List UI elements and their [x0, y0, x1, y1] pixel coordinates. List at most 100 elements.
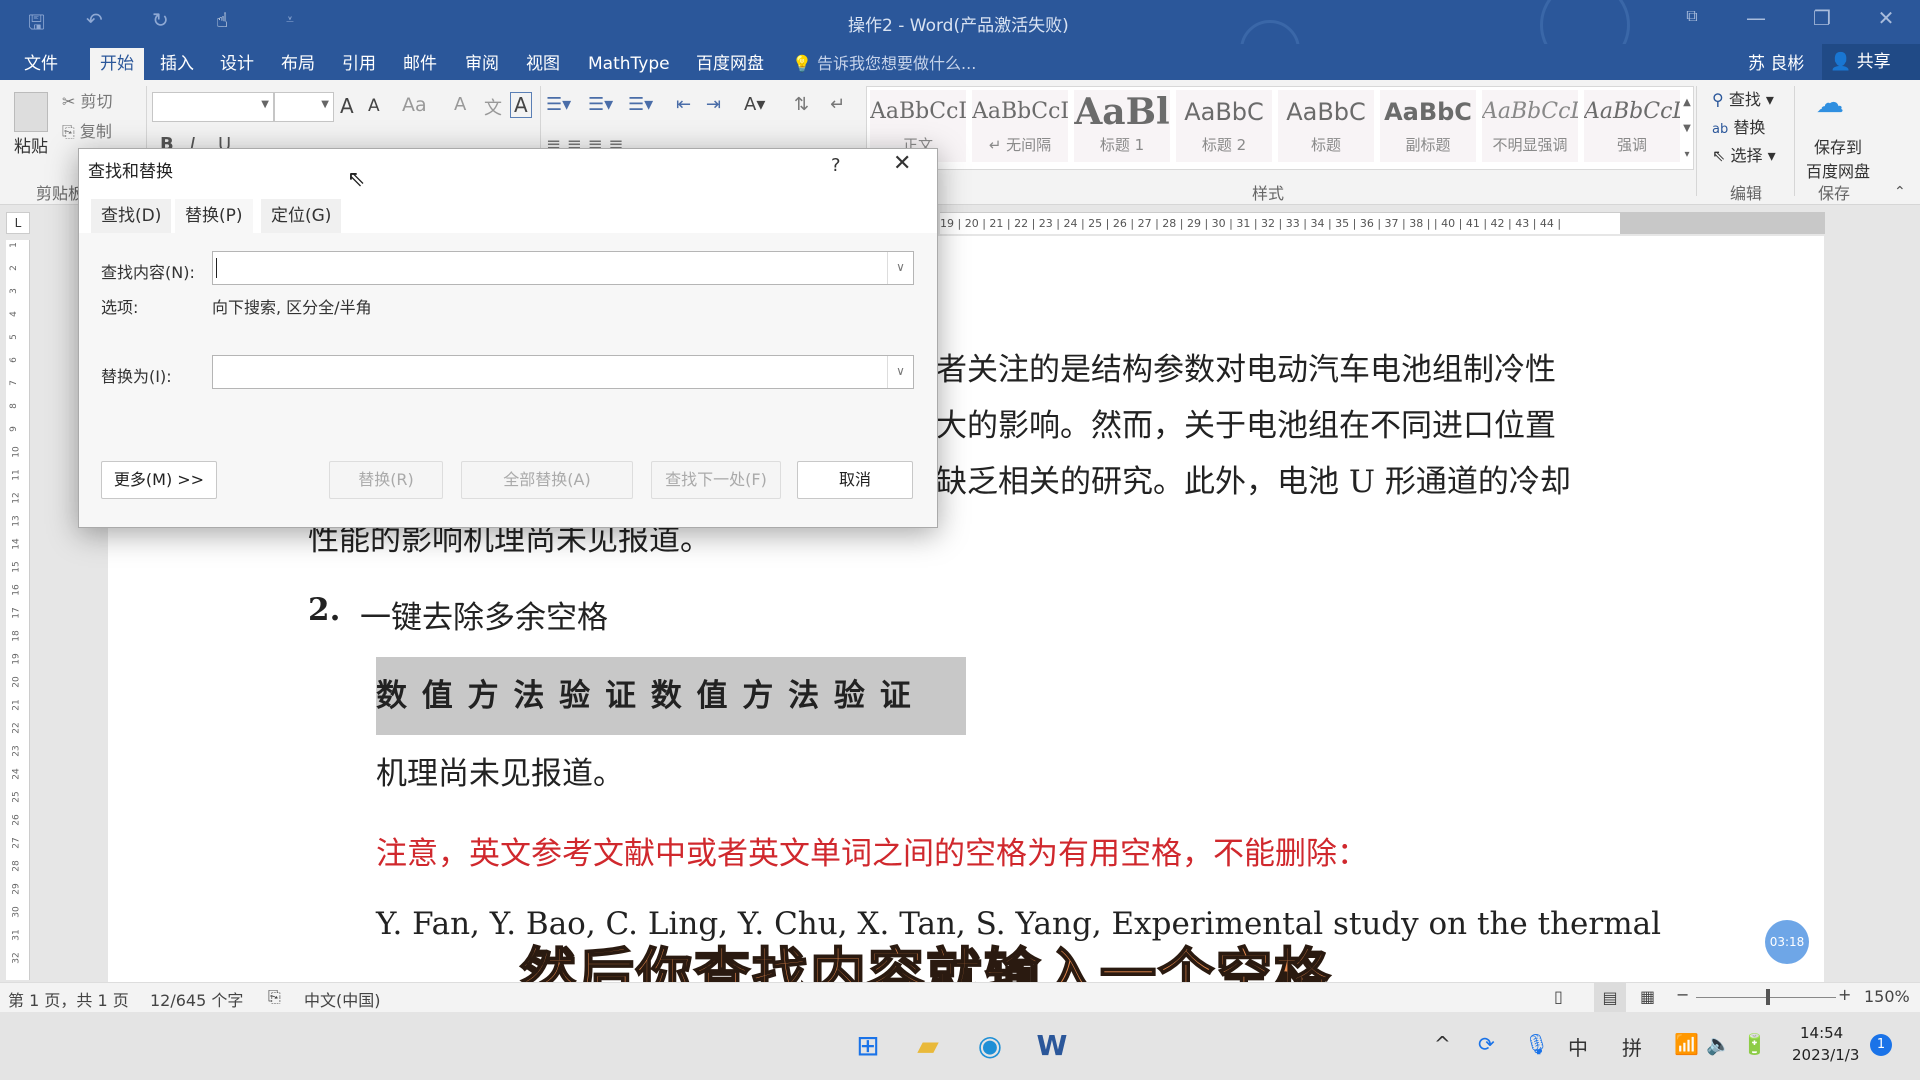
tab-replace[interactable]: 替换(P)	[175, 199, 253, 233]
select-button[interactable]: ⇖ 选择 ▾	[1712, 142, 1776, 166]
tab-layout[interactable]: 布局	[271, 48, 325, 80]
tab-find[interactable]: 查找(D)	[91, 199, 172, 233]
wifi-icon[interactable]: 📶	[1674, 1032, 1699, 1056]
tab-design[interactable]: 设计	[210, 48, 264, 80]
share-button[interactable]: 👤 共享	[1822, 44, 1920, 80]
user-name[interactable]: 苏 良彬	[1748, 48, 1804, 80]
ime-type[interactable]: 拼	[1622, 1032, 1642, 1061]
style-subtle-emphasis[interactable]: AaBbCcL 不明显强调	[1482, 90, 1578, 162]
dialog-close-button[interactable]: ✕	[893, 151, 911, 176]
page-count[interactable]: 第 1 页，共 1 页	[8, 987, 129, 1011]
zoom-slider-thumb[interactable]	[1766, 989, 1770, 1005]
tab-selector[interactable]: L	[6, 212, 30, 234]
increase-indent-icon[interactable]: ⇥	[706, 94, 721, 115]
style-heading-2[interactable]: AaBbC 标题 2	[1176, 90, 1272, 162]
tab-references[interactable]: 引用	[332, 48, 386, 80]
character-border-icon[interactable]: A	[510, 92, 532, 118]
bullets-icon[interactable]: ☰▾	[546, 94, 571, 115]
print-layout-icon[interactable]: ▤	[1594, 983, 1626, 1013]
cancel-button[interactable]: 取消	[797, 461, 913, 499]
tab-goto[interactable]: 定位(G)	[261, 199, 342, 233]
find-input[interactable]: ∨	[212, 251, 914, 285]
edge-browser-icon[interactable]: ◉	[972, 1028, 1008, 1064]
file-explorer-icon[interactable]: ▰	[910, 1028, 946, 1064]
tab-view[interactable]: 视图	[516, 48, 570, 80]
clear-formatting-icon[interactable]: A	[454, 94, 466, 115]
volume-icon[interactable]: 🔈	[1706, 1032, 1731, 1056]
tab-mailings[interactable]: 邮件	[393, 48, 447, 80]
style-no-spacing[interactable]: AaBbCcI ↵ 无间隔	[972, 90, 1068, 162]
style-title[interactable]: AaBbC 标题	[1278, 90, 1374, 162]
zoom-in-button[interactable]: +	[1838, 985, 1851, 1004]
copy-button[interactable]: ⎘ 复制	[62, 118, 112, 142]
microphone-icon[interactable]: 🎙	[1524, 1032, 1549, 1056]
maximize-button[interactable]: ❐	[1802, 6, 1842, 30]
tab-file[interactable]: 文件	[14, 48, 68, 80]
read-mode-icon[interactable]: ▯	[1554, 987, 1563, 1006]
word-app-icon[interactable]: W	[1034, 1028, 1070, 1064]
vertical-ruler[interactable]: 1 2 3 4 5 6 7 8 9 10 11 12 13 14 15 16 17 18 19 20 21 22 23 24 2…	[6, 240, 30, 980]
clock-time[interactable]: 14:54	[1800, 1024, 1843, 1042]
paste-icon[interactable]	[14, 92, 48, 132]
change-case-icon[interactable]: Aa	[402, 94, 427, 116]
tab-home[interactable]: 开始	[90, 48, 144, 80]
chevron-down-icon[interactable]: ∨	[887, 252, 913, 284]
replace-button[interactable]: ab 替换	[1712, 114, 1765, 138]
minimize-button[interactable]: —	[1736, 6, 1776, 30]
sync-icon[interactable]: ⟳	[1478, 1032, 1495, 1056]
notification-badge[interactable]: 1	[1870, 1034, 1892, 1056]
decrease-indent-icon[interactable]: ⇤	[676, 94, 691, 115]
tab-baidu-netdisk[interactable]: 百度网盘	[686, 48, 774, 80]
help-button[interactable]: ?	[831, 155, 841, 176]
ribbon-display-options-icon[interactable]: ⧉	[1672, 6, 1712, 26]
close-button[interactable]: ✕	[1866, 6, 1906, 30]
grow-font-icon[interactable]: A	[340, 94, 354, 118]
styles-scroll[interactable]: ▲ ▼ ▾	[1680, 90, 1694, 168]
tab-mathtype[interactable]: MathType	[578, 48, 680, 80]
zoom-level[interactable]: 150%	[1864, 987, 1910, 1006]
style-subtitle[interactable]: AaBbC 副标题	[1380, 90, 1476, 162]
font-size-combo[interactable]: ▼	[274, 92, 334, 122]
proofing-icon[interactable]: ⎘	[268, 987, 281, 1007]
paste-button[interactable]: 粘贴	[14, 132, 48, 157]
phonetic-guide-icon[interactable]: 文	[484, 94, 502, 120]
windows-start-icon[interactable]: ⊞	[850, 1028, 886, 1064]
sort-icon[interactable]: ⇅	[794, 94, 809, 115]
find-next-button[interactable]: 查找下一处(F)	[651, 461, 781, 499]
word-count[interactable]: 12/645 个字	[150, 987, 243, 1011]
touch-mode-icon[interactable]: ☝	[216, 8, 228, 32]
zoom-out-button[interactable]: −	[1676, 985, 1689, 1004]
more-button[interactable]: 更多(M) >>	[101, 461, 217, 499]
save-icon[interactable]: 🖫	[28, 8, 45, 42]
chevron-down-icon[interactable]: ∨	[887, 356, 913, 388]
replace-input[interactable]: ∨	[212, 355, 914, 389]
battery-icon[interactable]: 🔋	[1742, 1032, 1767, 1056]
save-to-baidu-button[interactable]: 保存到 百度网盘	[1806, 134, 1870, 182]
ime-mode[interactable]: 中	[1568, 1032, 1588, 1061]
show-marks-icon[interactable]: ↵	[830, 94, 845, 115]
replace-button[interactable]: 替换(R)	[329, 461, 443, 499]
collapse-ribbon-icon[interactable]: ⌃	[1894, 184, 1906, 200]
font-name-combo[interactable]: ▼	[152, 92, 274, 122]
replace-all-button[interactable]: 全部替换(A)	[461, 461, 633, 499]
clock-date[interactable]: 2023/1/3	[1792, 1046, 1859, 1064]
multilevel-list-icon[interactable]: ☰▾	[628, 94, 653, 115]
shrink-font-icon[interactable]: A	[368, 96, 380, 116]
undo-icon[interactable]: ↶	[86, 8, 103, 32]
numbering-icon[interactable]: ☰▾	[588, 94, 613, 115]
cut-button[interactable]: ✂ 剪切	[62, 88, 113, 112]
tab-insert[interactable]: 插入	[150, 48, 204, 80]
find-button[interactable]: ⚲ 查找 ▾	[1712, 86, 1774, 110]
customize-quick-access-icon[interactable]: ⩡	[286, 12, 294, 28]
redo-icon[interactable]: ↻	[152, 8, 169, 32]
show-hidden-icons[interactable]: ^	[1434, 1032, 1451, 1056]
web-layout-icon[interactable]: ▦	[1640, 987, 1655, 1006]
highlighted-text[interactable]: 数 值 方 法 验 证 数 值 方 法 验 证	[376, 670, 911, 715]
style-emphasis[interactable]: AaBbCcL 强调	[1584, 90, 1680, 162]
tell-me-search[interactable]: 💡 告诉我您想要做什么...	[792, 48, 976, 80]
text-direction-icon[interactable]: A▾	[744, 94, 765, 115]
language[interactable]: 中文(中国)	[304, 987, 381, 1011]
tab-review[interactable]: 审阅	[455, 48, 509, 80]
style-sample: AaBl	[1074, 91, 1170, 133]
style-heading-1[interactable]: AaBl 标题 1	[1074, 90, 1170, 162]
